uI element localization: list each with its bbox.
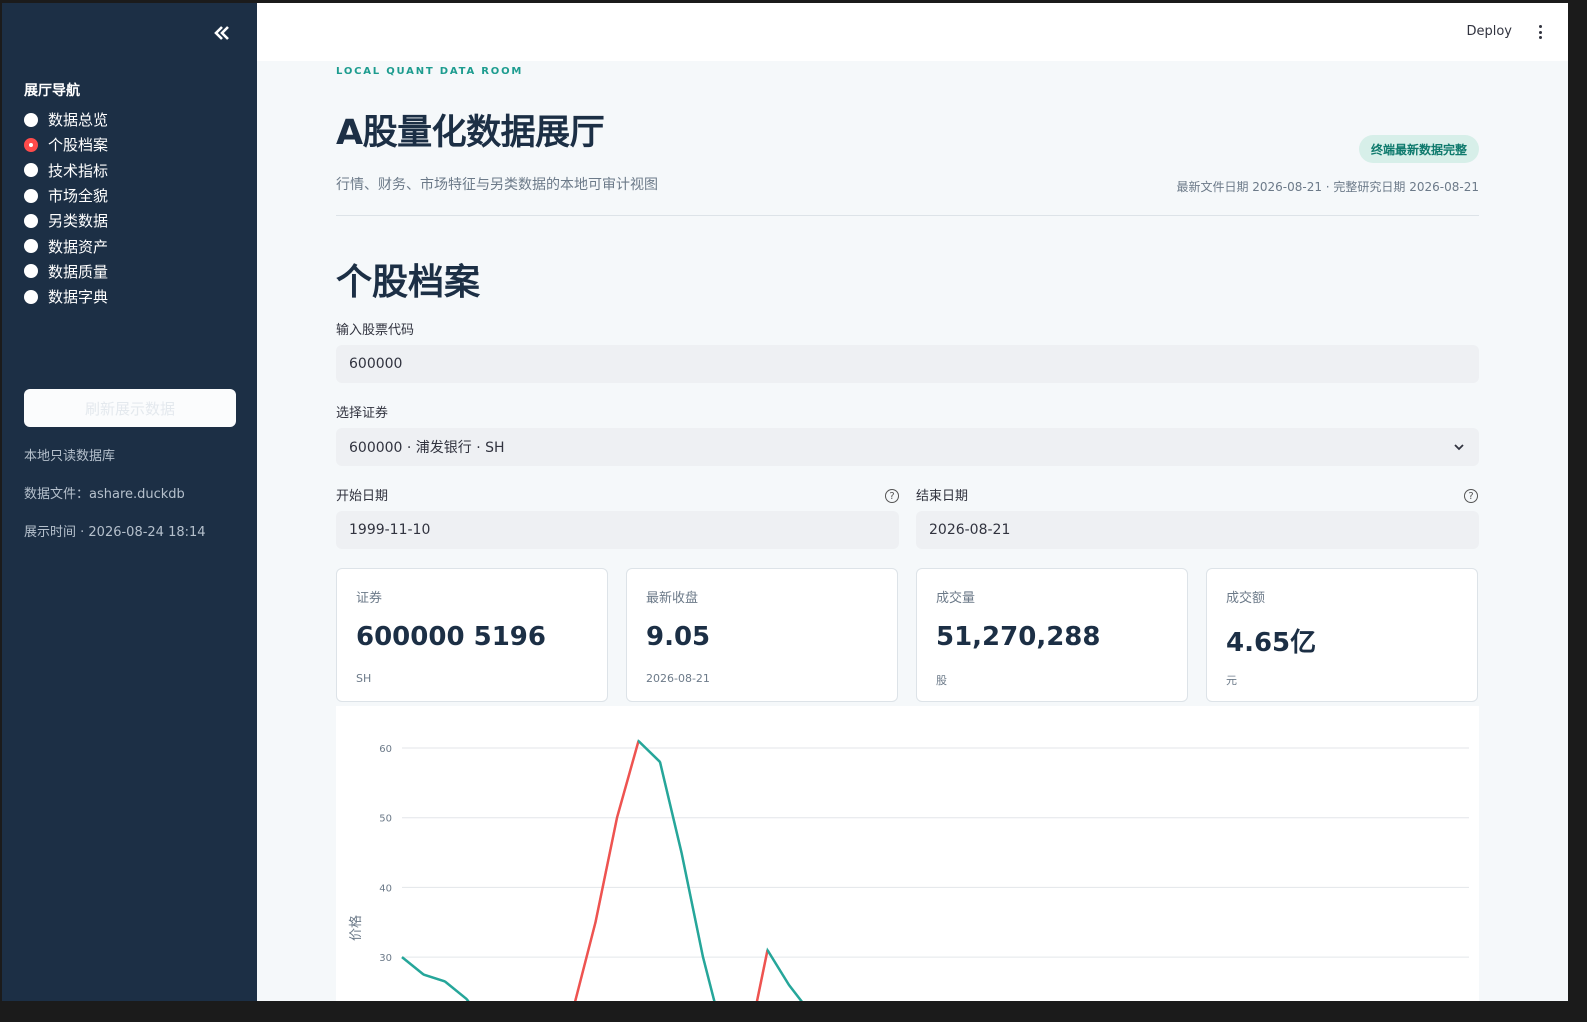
sidebar-note-time: 展示时间 · 2026-08-24 18:14 [24,525,206,540]
radio-icon[interactable] [24,239,38,254]
radio-icon[interactable] [24,188,38,203]
metric-sub: SH [356,672,372,685]
metric-sub: 2026-08-21 [646,672,710,685]
radio-icon[interactable] [24,289,38,304]
refresh-button[interactable]: 刷新展示数据 [24,389,236,427]
sidebar-item-label: 数据质量 [48,262,109,281]
page-subtitle: 行情、财务、市场特征与另类数据的本地可审计视图 [336,177,658,193]
sidebar-item-label: 另类数据 [48,212,109,231]
radio-icon[interactable] [24,264,38,279]
sidebar-note-mode: 本地只读数据库 [24,449,116,464]
metric-label: 成交额 [1226,591,1266,606]
sidebar-item-quality[interactable]: 数据质量 [24,259,108,284]
radio-icon[interactable] [24,163,38,178]
y-tick-label: 40 [379,883,392,894]
price-line [401,739,803,1001]
price-segment [766,949,791,986]
sidebar-item-label: 个股档案 [48,136,109,155]
sidebar: 展厅导航 数据总览 个股档案 技术指标 市场全貌 另类数据 数据资产 数据质量 … [2,3,257,1001]
metric-card-volume: 成交量 51,270,288 股 [916,568,1188,702]
sidebar-item-label: 数据字典 [48,288,109,307]
eyebrow-text: LOCAL QUANT DATA ROOM [336,66,524,77]
sidebar-item-assets[interactable]: 数据资产 [24,233,108,258]
stock-code-input[interactable]: 600000 [336,345,1479,383]
price-segment [637,740,661,763]
price-segment [615,740,640,819]
sidebar-item-label: 技术指标 [48,161,109,180]
security-select-value: 600000 · 浦发银行 · SH [349,440,505,456]
y-tick-label: 60 [379,744,392,755]
sidebar-nav: 数据总览 个股档案 技术指标 市场全貌 另类数据 数据资产 数据质量 数据字典 [24,107,108,309]
start-date-input[interactable]: 1999-11-10 [336,511,899,549]
price-segment [680,852,705,958]
help-icon[interactable]: ? [885,489,899,503]
sidebar-item-market[interactable]: 市场全貌 [24,183,108,208]
metric-label: 最新收盘 [646,591,699,606]
sidebar-item-stock-profile[interactable]: 个股档案 [24,132,108,157]
sidebar-title: 展厅导航 [24,83,80,99]
metric-card-close: 最新收盘 9.05 2026-08-21 [626,568,898,702]
price-chart[interactable]: 30 40 50 60 价格 [336,706,1479,1001]
y-tick-label: 50 [379,814,392,825]
divider [336,215,1479,216]
security-select[interactable]: 600000 · 浦发银行 · SH [336,428,1479,466]
metric-sub: 元 [1226,674,1237,687]
end-date-input[interactable]: 2026-08-21 [916,511,1479,549]
chevron-down-icon[interactable] [1453,441,1465,453]
top-bar: Deploy [257,3,1568,61]
deploy-button[interactable]: Deploy [1466,24,1512,39]
sidebar-item-alternative[interactable]: 另类数据 [24,208,108,233]
price-segment [701,956,716,1001]
sidebar-note-file: 数据文件：ashare.duckdb [24,487,185,502]
price-segment [465,998,470,1001]
page-title: A股量化数据展厅 [336,113,605,153]
sidebar-item-label: 市场全貌 [48,187,109,206]
sidebar-item-overview[interactable]: 数据总览 [24,107,108,132]
stock-code-label: 输入股票代码 [336,323,415,338]
radio-selected-icon[interactable] [24,137,38,152]
price-segment [401,956,425,976]
start-date-label: 开始日期 [336,489,389,504]
metric-label: 证券 [356,591,383,606]
price-segment [573,921,597,1001]
price-segment [755,949,769,1001]
metric-value: 51,270,288 [936,622,1101,652]
app-window: 展厅导航 数据总览 个股档案 技术指标 市场全貌 另类数据 数据资产 数据质量 … [2,3,1568,1001]
y-axis-label: 价格 [348,915,364,941]
metric-value: 600000 5196 [356,622,546,652]
sidebar-item-dictionary[interactable]: 数据字典 [24,284,108,309]
kebab-menu-icon[interactable] [1536,25,1544,41]
metric-value: 4.65亿 [1226,628,1317,658]
section-title: 个股档案 [336,262,481,303]
radio-icon[interactable] [24,213,38,228]
double-chevron-left-icon[interactable] [210,21,234,45]
metric-label: 成交量 [936,591,976,606]
sidebar-item-label: 数据资产 [48,237,109,256]
data-date-meta: 最新文件日期 2026-08-21 · 完整研究日期 2026-08-21 [1176,180,1479,194]
security-select-label: 选择证券 [336,406,389,421]
price-segment [423,973,446,983]
price-segment [594,817,619,923]
metric-value: 9.05 [646,622,711,652]
sidebar-item-indicators[interactable]: 技术指标 [24,158,108,183]
sidebar-item-label: 数据总览 [48,111,109,130]
help-icon[interactable]: ? [1464,489,1478,503]
status-badge: 终端最新数据完整 [1358,135,1479,163]
price-segment [788,984,803,1001]
end-date-label: 结束日期 [916,489,969,504]
metric-sub: 股 [936,674,947,687]
price-segment [444,980,468,1000]
y-tick-label: 30 [379,953,392,964]
price-chart-svg: 30 40 50 60 价格 [348,739,1469,1001]
metric-card-turnover: 成交额 4.65亿 元 [1206,568,1478,702]
radio-icon[interactable] [24,112,38,127]
price-segment [658,761,683,853]
metric-card-security: 证券 600000 5196 SH [336,568,608,702]
